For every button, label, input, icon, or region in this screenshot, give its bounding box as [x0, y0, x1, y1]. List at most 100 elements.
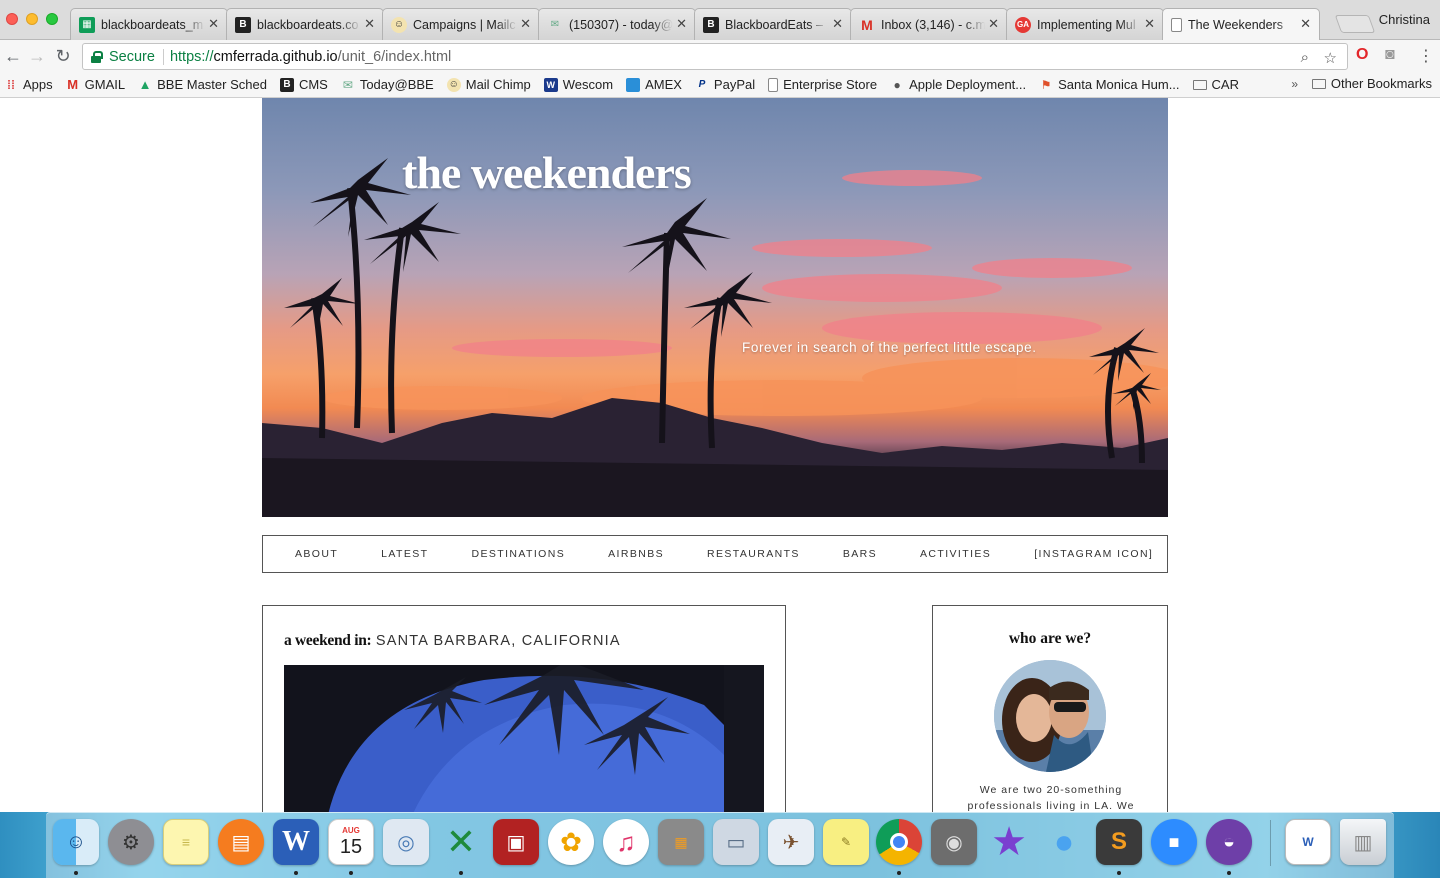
menu-kebab-icon[interactable]: ⋮: [1418, 46, 1434, 66]
bookmark-today-bbe[interactable]: ✉ Today@BBE: [341, 77, 434, 92]
nav-item-about[interactable]: ABOUT: [295, 548, 338, 560]
post-heading[interactable]: a weekend in: SANTA BARBARA, CALIFORNIA: [284, 632, 621, 650]
preview-icon[interactable]: ◎: [383, 819, 429, 865]
close-window-button[interactable]: [6, 13, 18, 25]
nav-item-instagram[interactable]: [INSTAGRAM ICON]: [1034, 548, 1153, 560]
bookmark-apple-deployment[interactable]: ● Apple Deployment...: [890, 77, 1026, 92]
screenshot-icon[interactable]: ◉: [931, 819, 977, 865]
tab-active[interactable]: The Weekenders ✕: [1162, 8, 1320, 40]
messages-icon[interactable]: ●: [1041, 819, 1087, 865]
b-logo-icon: B: [703, 16, 719, 33]
notes-icon[interactable]: ≡: [163, 819, 209, 865]
mail-icon: ✉: [550, 19, 560, 30]
tab[interactable]: M Inbox (3,146) - c.m ✕: [850, 8, 1008, 40]
close-tab-icon[interactable]: ✕: [208, 16, 219, 32]
close-tab-icon[interactable]: ✕: [520, 16, 531, 32]
running-indicator: [1117, 871, 1121, 875]
nav-item-bars[interactable]: BARS: [843, 548, 877, 560]
bookmark-bbe-master-sched[interactable]: ▲ BBE Master Sched: [138, 77, 267, 92]
tab-label: Inbox (3,146) - c.m: [881, 17, 985, 32]
bookmark-gmail[interactable]: M GMAIL: [66, 77, 125, 92]
post-photo[interactable]: [284, 665, 764, 835]
nav-item-destinations[interactable]: DESTINATIONS: [471, 548, 565, 560]
bookmark-amex[interactable]: AMEX: [626, 77, 682, 92]
tab[interactable]: B BlackboardEats – ✕: [694, 8, 852, 40]
tab[interactable]: ☺ Campaigns | Mailc ✕: [382, 8, 540, 40]
address-bar[interactable]: Secure https:// cmferrada.github.io /uni…: [82, 43, 1348, 70]
profile-name[interactable]: Christina: [1379, 12, 1430, 27]
close-tab-icon[interactable]: ✕: [1144, 16, 1155, 32]
bookmark-paypal[interactable]: P PayPal: [695, 77, 756, 92]
tab[interactable]: ▦ blackboardeats_m ✕: [70, 8, 228, 40]
bookmark-enterprise-store[interactable]: Enterprise Store: [768, 77, 877, 92]
bookmark-wescom[interactable]: W Wescom: [543, 77, 613, 92]
archway-palms-photo: [284, 665, 764, 835]
bookmark-car[interactable]: CAR: [1192, 77, 1239, 92]
reload-icon: ↻: [55, 45, 71, 66]
zoom-magnifier-icon[interactable]: ⌕: [1301, 49, 1309, 66]
url-path: /unit_6/index.html: [337, 48, 452, 65]
browser-toolbar: ← → ↻ Secure https:// cmferrada.github.i…: [0, 40, 1440, 72]
other-bookmarks-folder[interactable]: Other Bookmarks: [1311, 76, 1432, 91]
stickies-icon[interactable]: ✎: [823, 819, 869, 865]
trash-icon[interactable]: ▥: [1340, 819, 1386, 865]
tab[interactable]: ✉ (150307) - today@ ✕: [538, 8, 696, 40]
bookmark-label: Mail Chimp: [465, 77, 531, 92]
site-title[interactable]: the weekenders: [402, 146, 692, 199]
bookmark-label: Apple Deployment...: [909, 77, 1027, 92]
finder-icon[interactable]: ☺: [53, 819, 99, 865]
nav-item-activities[interactable]: ACTIVITIES: [920, 548, 991, 560]
close-tab-icon[interactable]: ✕: [364, 16, 375, 32]
flag-icon: ⚑: [1040, 77, 1052, 92]
bookmark-santa-monica-hum[interactable]: ⚑ Santa Monica Hum...: [1039, 77, 1180, 92]
mail-stamp-icon[interactable]: ✈: [768, 819, 814, 865]
photos-icon[interactable]: ✿: [548, 819, 594, 865]
tab[interactable]: GA Implementing Mul ✕: [1006, 8, 1164, 40]
chrome-icon[interactable]: [876, 819, 922, 865]
back-button[interactable]: ←: [2, 44, 24, 68]
camera-extension-icon[interactable]: ◙: [1385, 46, 1395, 64]
minimize-window-button[interactable]: [26, 13, 38, 25]
tab-label: blackboardeats.co: [257, 17, 359, 32]
itunes-icon[interactable]: ♫: [603, 819, 649, 865]
lock-icon: [91, 50, 103, 63]
close-tab-icon[interactable]: ✕: [988, 16, 999, 32]
word-icon[interactable]: W: [273, 819, 319, 865]
nav-item-airbnbs[interactable]: AIRBNBS: [608, 548, 664, 560]
folder-icon: [1311, 78, 1326, 89]
nav-item-restaurants[interactable]: RESTAURANTS: [707, 548, 800, 560]
tab-label: blackboardeats_m: [101, 17, 204, 32]
new-tab-button[interactable]: [1334, 15, 1376, 33]
zoom-icon[interactable]: ■: [1151, 819, 1197, 865]
photo-booth-icon[interactable]: ▣: [493, 819, 539, 865]
forward-arrow-icon: →: [28, 45, 46, 66]
apple-icon: ●: [893, 77, 901, 92]
nav-item-latest[interactable]: LATEST: [381, 548, 428, 560]
document-icon[interactable]: W: [1285, 819, 1331, 865]
wescom-icon: W: [543, 77, 558, 92]
reload-button[interactable]: ↻: [52, 44, 74, 68]
imovie-icon[interactable]: ★: [986, 819, 1032, 865]
close-tab-icon[interactable]: ✕: [676, 16, 687, 32]
bookmark-apps[interactable]: ⁞⁞ Apps: [4, 77, 53, 92]
calendar-icon[interactable]: AUG 15: [328, 819, 374, 865]
bookmark-star-icon[interactable]: ☆: [1324, 49, 1337, 67]
running-indicator: [294, 871, 298, 875]
system-preferences-icon[interactable]: ⚙: [108, 819, 154, 865]
bookmark-cms[interactable]: B CMS: [279, 77, 328, 92]
image-capture-icon[interactable]: ▭: [713, 819, 759, 865]
bookmarks-overflow-chevron[interactable]: »: [1291, 77, 1298, 91]
hero-banner-image: [262, 98, 1168, 517]
close-tab-icon[interactable]: ✕: [1300, 16, 1311, 32]
calculator-icon[interactable]: ▦: [658, 819, 704, 865]
ibooks-icon[interactable]: ▤: [218, 819, 264, 865]
excel-icon[interactable]: ✕: [438, 819, 484, 865]
sublime-text-icon[interactable]: S: [1096, 819, 1142, 865]
bookmark-mail-chimp[interactable]: ☺ Mail Chimp: [446, 77, 531, 92]
close-tab-icon[interactable]: ✕: [832, 16, 843, 32]
github-desktop-icon[interactable]: ◒: [1206, 819, 1252, 865]
opera-extension-icon[interactable]: O: [1356, 46, 1368, 64]
zoom-window-button[interactable]: [46, 13, 58, 25]
forward-button[interactable]: →: [26, 44, 48, 68]
tab[interactable]: B blackboardeats.co ✕: [226, 8, 384, 40]
